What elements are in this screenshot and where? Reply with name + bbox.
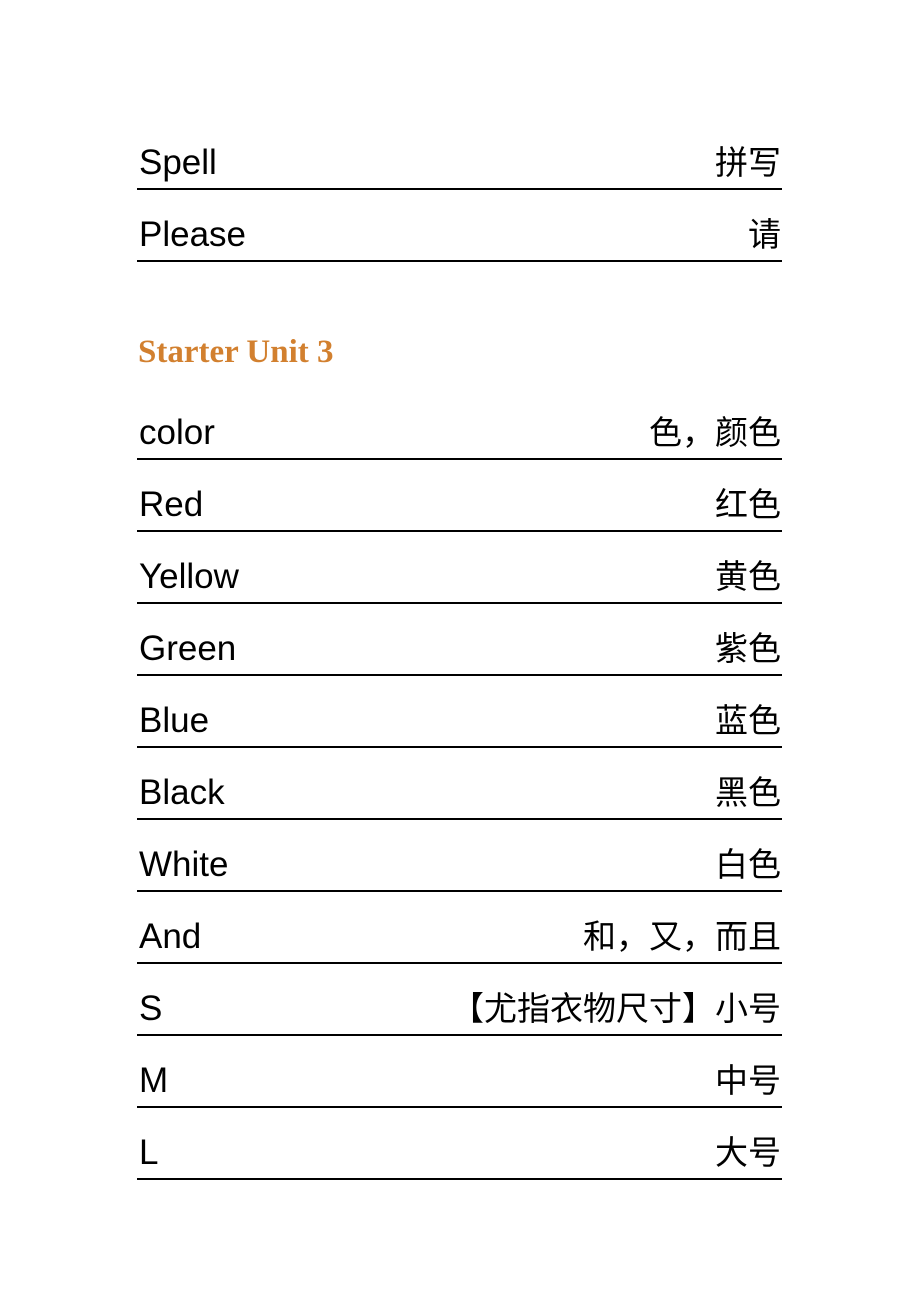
vocab-gloss: 中号 <box>715 1061 781 1100</box>
vocab-gloss: 请 <box>748 215 781 254</box>
table-row: Black 黑色 <box>137 748 782 820</box>
table-row: Spell 拼写 <box>137 118 782 190</box>
table-row: White 白色 <box>137 820 782 892</box>
vocab-gloss: 蓝色 <box>715 701 781 740</box>
table-row: L 大号 <box>137 1108 782 1180</box>
vocab-gloss: 和，又，而且 <box>583 917 781 956</box>
table-row: Red 红色 <box>137 460 782 532</box>
table-row: M 中号 <box>137 1036 782 1108</box>
vocab-gloss: 色，颜色 <box>649 413 781 452</box>
table-row: And 和，又，而且 <box>137 892 782 964</box>
table-row: Green 紫色 <box>137 604 782 676</box>
vocab-term: M <box>139 1061 169 1100</box>
table-row: Please 请 <box>137 190 782 262</box>
vocab-gloss: 【尤指衣物尺寸】小号 <box>451 989 781 1028</box>
vocab-term: S <box>139 989 163 1028</box>
vocab-term: Green <box>139 629 237 668</box>
vocab-term: Yellow <box>139 557 239 596</box>
vocab-term: And <box>139 917 202 956</box>
vocabulary-content: Spell 拼写 Please 请 Starter Unit 3 color 色… <box>137 118 782 1180</box>
vocab-gloss: 黄色 <box>715 557 781 596</box>
vocab-term: Blue <box>139 701 210 740</box>
vocab-gloss: 大号 <box>715 1133 781 1172</box>
vocab-term: Spell <box>139 143 217 182</box>
vocab-gloss: 拼写 <box>715 143 781 182</box>
table-row: Yellow 黄色 <box>137 532 782 604</box>
table-row: Blue 蓝色 <box>137 676 782 748</box>
vocab-term: Red <box>139 485 204 524</box>
vocab-gloss: 白色 <box>715 845 781 884</box>
table-row: color 色，颜色 <box>137 388 782 460</box>
unit-heading: Starter Unit 3 <box>138 334 334 370</box>
vocab-term: color <box>139 413 215 452</box>
document-page: Spell 拼写 Please 请 Starter Unit 3 color 色… <box>0 0 920 1302</box>
table-row: S 【尤指衣物尺寸】小号 <box>137 964 782 1036</box>
vocab-term: L <box>139 1133 159 1172</box>
vocab-gloss: 红色 <box>715 485 781 524</box>
vocab-gloss: 紫色 <box>715 629 781 668</box>
vocab-term: Black <box>139 773 225 812</box>
vocab-section-continued: Spell 拼写 Please 请 <box>137 118 782 262</box>
vocab-gloss: 黑色 <box>715 773 781 812</box>
vocab-term: White <box>139 845 229 884</box>
vocab-section-starter-unit-3: Starter Unit 3 color 色，颜色 Red 红色 Yellow … <box>137 330 782 1180</box>
vocab-term: Please <box>139 215 247 254</box>
